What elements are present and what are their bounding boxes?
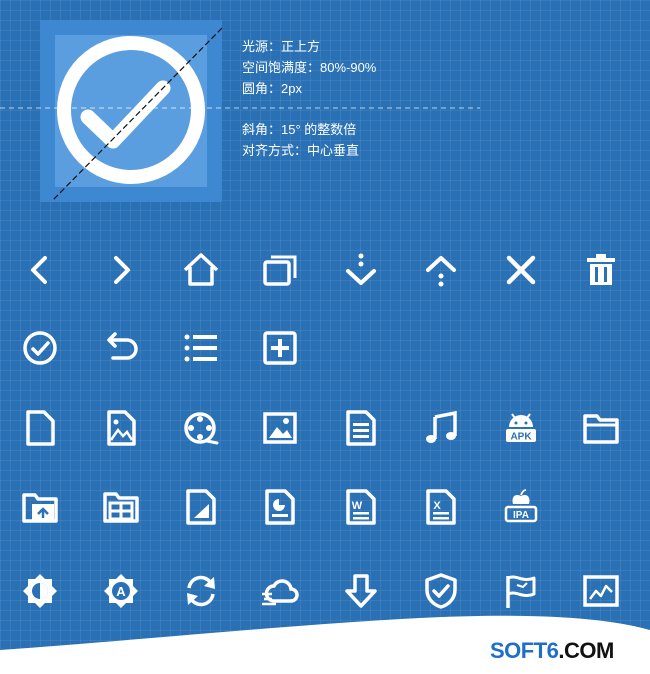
brand-name: SOFT6 <box>490 638 559 663</box>
windows-icon[interactable] <box>260 250 300 290</box>
icon-grid: APK W X IPA A <box>0 0 650 674</box>
android-apk-icon[interactable]: APK <box>501 408 541 448</box>
chevron-right-icon[interactable] <box>101 250 141 290</box>
music-note-icon[interactable] <box>421 408 461 448</box>
undo-icon[interactable] <box>101 328 141 368</box>
excel-file-icon[interactable]: X <box>421 487 461 527</box>
file-chart-icon[interactable] <box>181 487 221 527</box>
image-file-icon[interactable] <box>101 408 141 448</box>
folder-icon[interactable] <box>581 408 621 448</box>
trash-icon[interactable] <box>581 250 621 290</box>
folder-grid-icon[interactable] <box>101 487 141 527</box>
document-icon[interactable] <box>341 408 381 448</box>
word-badge-label: W <box>352 500 363 512</box>
home-icon[interactable] <box>181 250 221 290</box>
file-icon[interactable] <box>20 408 60 448</box>
chevron-left-icon[interactable] <box>20 250 60 290</box>
picture-icon[interactable] <box>260 408 300 448</box>
arrow-up-dots-icon[interactable] <box>421 250 461 290</box>
close-icon[interactable] <box>501 250 541 290</box>
apk-badge-label: APK <box>510 432 532 443</box>
ipa-badge-label: IPA <box>513 510 529 521</box>
word-file-icon[interactable]: W <box>341 487 381 527</box>
brand-logo[interactable]: SOFT6.COM <box>490 638 614 664</box>
excel-badge-label: X <box>433 500 441 512</box>
auto-badge-label: A <box>116 584 126 599</box>
folder-upload-icon[interactable] <box>20 487 60 527</box>
file-pie-icon[interactable] <box>260 487 300 527</box>
film-reel-icon[interactable] <box>181 408 221 448</box>
ipa-package-icon[interactable]: IPA <box>501 487 541 527</box>
list-icon[interactable] <box>181 328 221 368</box>
add-box-icon[interactable] <box>260 328 300 368</box>
check-circle-icon[interactable] <box>20 328 60 368</box>
arrow-down-dots-icon[interactable] <box>341 250 381 290</box>
brand-domain: .COM <box>558 638 614 663</box>
